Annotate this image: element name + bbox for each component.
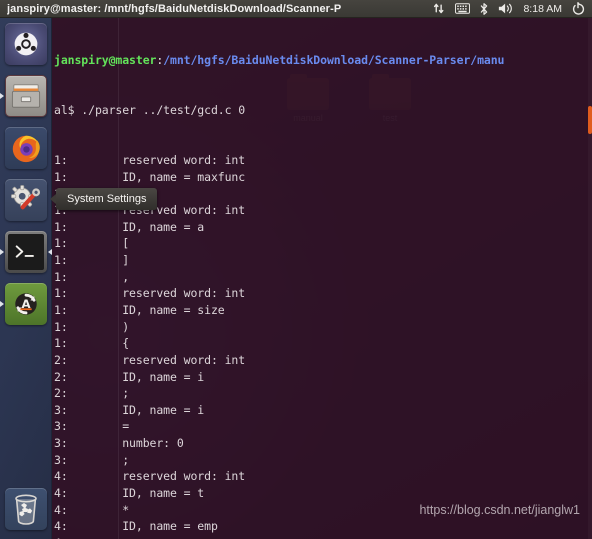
terminal-line: 3: ID, name = i	[54, 402, 205, 417]
sidebar-item-trash[interactable]	[0, 483, 52, 535]
bluetooth-icon[interactable]	[479, 2, 489, 16]
terminal-line: 1: ID, name = a	[54, 219, 205, 234]
terminal-output-lines: 1: reserved word: int 1: ID, name = maxfu…	[54, 152, 592, 539]
trash-icon	[5, 488, 47, 530]
terminal-line: 2: ID, name = i	[54, 369, 205, 384]
keyboard-icon[interactable]	[455, 3, 471, 14]
files-icon	[5, 75, 47, 117]
sidebar-item-terminal[interactable]	[0, 226, 52, 278]
running-indicator-icon	[0, 93, 4, 99]
panel-window-title: janspiry@master: /mnt/hgfs/BaiduNetdiskD…	[7, 2, 342, 15]
terminal-line: 3: number: 0	[54, 436, 184, 451]
terminal-line: 1: [	[54, 236, 130, 251]
terminal-line: 1: )	[54, 319, 130, 334]
sidebar-item-system-settings[interactable]	[0, 174, 52, 226]
clock[interactable]: 8:18 AM	[523, 3, 562, 15]
terminal-line: 1: {	[54, 336, 130, 351]
ubuntu-logo-icon	[5, 23, 47, 65]
software-updater-icon: A	[5, 283, 47, 325]
scrollbar-thumb[interactable]	[588, 106, 592, 134]
terminal-line: 1: ID, name = maxfunc	[54, 169, 246, 184]
terminal-line: 1: ]	[54, 253, 130, 268]
top-panel: janspiry@master: /mnt/hgfs/BaiduNetdiskD…	[0, 0, 592, 18]
sidebar-item-software-updater[interactable]: A	[0, 278, 52, 330]
terminal-output[interactable]: janspiry@master:/mnt/hgfs/BaiduNetdiskDo…	[52, 18, 592, 539]
watermark: https://blog.csdn.net/jianglw1	[419, 503, 580, 517]
prompt-path: /mnt/hgfs/BaiduNetdiskDownload/Scanner-P…	[163, 53, 505, 68]
terminal-line: 2: ;	[54, 386, 130, 401]
prompt-user-host: janspiry@master	[54, 53, 157, 68]
terminal-line: 4: ID, name = t	[54, 486, 205, 501]
sidebar-item-firefox[interactable]	[0, 122, 52, 174]
power-gear-icon[interactable]	[571, 1, 585, 16]
network-icon[interactable]	[433, 2, 446, 15]
terminal-line: 1: ID, name = size	[54, 302, 225, 317]
launcher-tooltip: System Settings	[49, 188, 158, 210]
unity-launcher: A	[0, 18, 52, 539]
terminal-line: 4: ID, name = emp	[54, 519, 218, 534]
terminal-line: 4: reserved word: int	[54, 469, 246, 484]
terminal-line: 1: reserved word: int	[54, 153, 246, 168]
terminal-line: 3: =	[54, 419, 130, 434]
panel-indicators: 8:18 AM	[433, 1, 592, 16]
terminal-scrollbar[interactable]	[588, 18, 592, 539]
focused-indicator-icon	[48, 249, 52, 255]
terminal-line: 2: reserved word: int	[54, 352, 246, 367]
terminal-line: 1: reserved word: int	[54, 286, 246, 301]
sidebar-item-dash[interactable]	[0, 18, 52, 70]
terminal-line: 4: ;	[54, 535, 592, 539]
terminal-icon	[5, 231, 47, 273]
running-indicator-icon	[0, 301, 4, 307]
firefox-icon	[5, 127, 47, 169]
tooltip-label: System Settings	[67, 193, 147, 205]
running-indicator-icon	[0, 249, 4, 255]
terminal-line: 1: ,	[54, 269, 130, 284]
sidebar-item-files[interactable]	[0, 70, 52, 122]
screen: manual test janspiry@master:/mnt/hgfs/Ba…	[0, 0, 592, 539]
gear-wrench-icon	[5, 179, 47, 221]
terminal-prompt-line: janspiry@master:/mnt/hgfs/BaiduNetdiskDo…	[54, 52, 592, 69]
terminal-line: 3: ;	[54, 452, 130, 467]
volume-icon[interactable]	[498, 2, 514, 15]
terminal-window[interactable]: janspiry@master:/mnt/hgfs/BaiduNetdiskDo…	[52, 18, 592, 539]
terminal-command-line: al$ ./parser ../test/gcd.c 0	[54, 103, 246, 118]
